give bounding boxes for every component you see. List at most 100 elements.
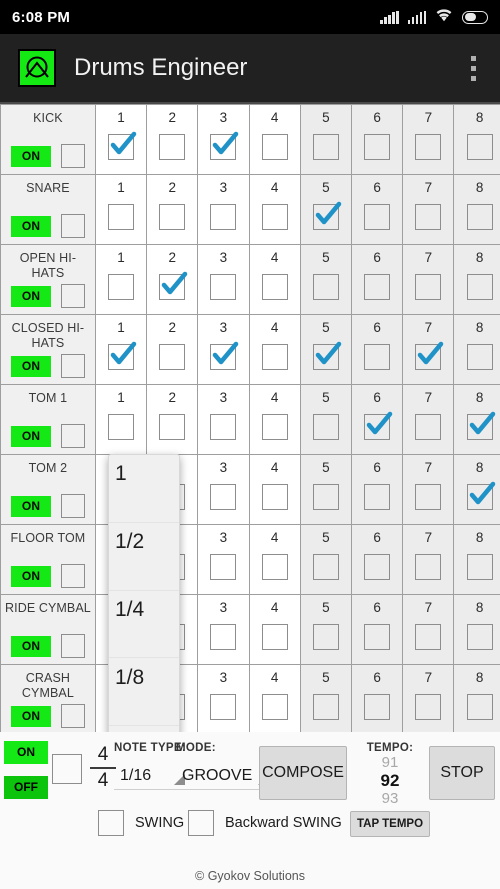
step-cell[interactable]: 7 (402, 524, 455, 595)
step-cell[interactable]: 1 (94, 314, 148, 385)
step-cell[interactable]: 8 (453, 174, 500, 245)
step-checkbox[interactable] (415, 134, 442, 160)
backward-swing-option[interactable]: Backward SWING (188, 810, 342, 836)
step-checkbox[interactable] (312, 201, 343, 230)
step-checkbox[interactable] (261, 344, 288, 370)
step-cell[interactable]: 2 (146, 104, 199, 175)
step-checkbox[interactable] (210, 204, 237, 230)
step-cell[interactable]: 7 (402, 244, 455, 315)
step-cell[interactable]: 2 (146, 384, 199, 455)
note-type-option[interactable]: 1/16 (109, 726, 179, 732)
step-checkbox[interactable] (466, 134, 493, 160)
step-cell[interactable]: 8 (453, 244, 500, 315)
step-cell[interactable]: 8 (453, 314, 500, 385)
step-checkbox[interactable] (312, 341, 343, 370)
step-checkbox[interactable] (159, 344, 186, 370)
master-checkbox[interactable] (52, 754, 82, 784)
step-cell[interactable]: 5 (299, 454, 353, 525)
note-type-option[interactable]: 1/2 (109, 523, 179, 591)
step-cell[interactable]: 6 (351, 524, 404, 595)
step-cell[interactable]: 6 (351, 384, 404, 455)
step-checkbox[interactable] (210, 341, 241, 370)
instrument-mute-checkbox[interactable] (60, 354, 85, 378)
instrument-on-button[interactable]: ON (10, 215, 52, 237)
note-type-dropdown-popup[interactable]: 11/21/41/81/161/32 (108, 454, 180, 732)
step-checkbox[interactable] (210, 131, 241, 160)
step-cell[interactable]: 3 (197, 454, 250, 525)
step-cell[interactable]: 5 (299, 594, 353, 665)
step-cell[interactable]: 5 (299, 524, 353, 595)
step-checkbox[interactable] (261, 624, 288, 650)
step-checkbox[interactable] (312, 554, 339, 580)
step-checkbox[interactable] (415, 484, 442, 510)
step-checkbox[interactable] (466, 411, 497, 440)
step-cell[interactable]: 6 (351, 594, 404, 665)
step-checkbox[interactable] (261, 274, 288, 300)
step-cell[interactable]: 6 (351, 454, 404, 525)
tempo-current-value[interactable]: 92 (355, 771, 425, 790)
step-checkbox[interactable] (466, 344, 493, 370)
step-cell[interactable]: 8 (453, 594, 500, 665)
step-checkbox[interactable] (210, 274, 237, 300)
step-checkbox[interactable] (415, 624, 442, 650)
step-cell[interactable]: 4 (248, 174, 301, 245)
step-cell[interactable]: 3 (197, 594, 250, 665)
step-checkbox[interactable] (261, 554, 288, 580)
step-cell[interactable]: 2 (146, 244, 199, 315)
mode-spinner[interactable]: GROOVE (176, 767, 271, 790)
step-checkbox[interactable] (466, 481, 497, 510)
step-cell[interactable]: 7 (402, 174, 455, 245)
step-checkbox[interactable] (364, 694, 391, 720)
step-cell[interactable]: 8 (453, 664, 500, 732)
step-cell[interactable]: 3 (197, 104, 250, 175)
step-checkbox[interactable] (364, 274, 391, 300)
step-checkbox[interactable] (466, 624, 493, 650)
step-cell[interactable]: 4 (248, 524, 301, 595)
step-checkbox[interactable] (364, 134, 391, 160)
step-checkbox[interactable] (261, 134, 288, 160)
step-checkbox[interactable] (210, 554, 237, 580)
step-checkbox[interactable] (261, 414, 288, 440)
step-cell[interactable]: 6 (351, 244, 404, 315)
step-checkbox[interactable] (159, 414, 186, 440)
step-checkbox[interactable] (159, 271, 190, 300)
step-checkbox[interactable] (466, 204, 493, 230)
master-on-button[interactable]: ON (4, 741, 48, 764)
step-cell[interactable]: 3 (197, 314, 250, 385)
step-cell[interactable]: 3 (197, 244, 250, 315)
step-cell[interactable]: 1 (94, 244, 148, 315)
step-cell[interactable]: 3 (197, 174, 250, 245)
step-cell[interactable]: 3 (197, 524, 250, 595)
step-checkbox[interactable] (312, 134, 339, 160)
step-checkbox[interactable] (364, 411, 395, 440)
step-checkbox[interactable] (210, 414, 237, 440)
instrument-on-button[interactable]: ON (10, 355, 52, 377)
step-cell[interactable]: 5 (299, 244, 353, 315)
instrument-mute-checkbox[interactable] (60, 424, 85, 448)
step-cell[interactable]: 1 (94, 104, 148, 175)
step-checkbox[interactable] (364, 484, 391, 510)
instrument-mute-checkbox[interactable] (60, 144, 85, 168)
overflow-menu-icon[interactable] (456, 45, 490, 91)
step-checkbox[interactable] (466, 694, 493, 720)
step-checkbox[interactable] (415, 274, 442, 300)
step-cell[interactable]: 6 (351, 104, 404, 175)
step-checkbox[interactable] (210, 624, 237, 650)
step-checkbox[interactable] (415, 414, 442, 440)
step-cell[interactable]: 8 (453, 524, 500, 595)
step-cell[interactable]: 5 (299, 664, 353, 732)
step-cell[interactable]: 2 (146, 174, 199, 245)
step-checkbox[interactable] (415, 554, 442, 580)
step-checkbox[interactable] (159, 204, 186, 230)
step-checkbox[interactable] (261, 484, 288, 510)
step-cell[interactable]: 4 (248, 244, 301, 315)
step-cell[interactable]: 5 (299, 384, 353, 455)
step-checkbox[interactable] (261, 694, 288, 720)
swing-option[interactable]: SWING (98, 810, 184, 836)
step-checkbox[interactable] (107, 341, 138, 370)
instrument-on-button[interactable]: ON (10, 635, 52, 657)
step-cell[interactable]: 6 (351, 174, 404, 245)
instrument-mute-checkbox[interactable] (60, 494, 85, 518)
step-checkbox[interactable] (466, 554, 493, 580)
step-checkbox[interactable] (312, 484, 339, 510)
